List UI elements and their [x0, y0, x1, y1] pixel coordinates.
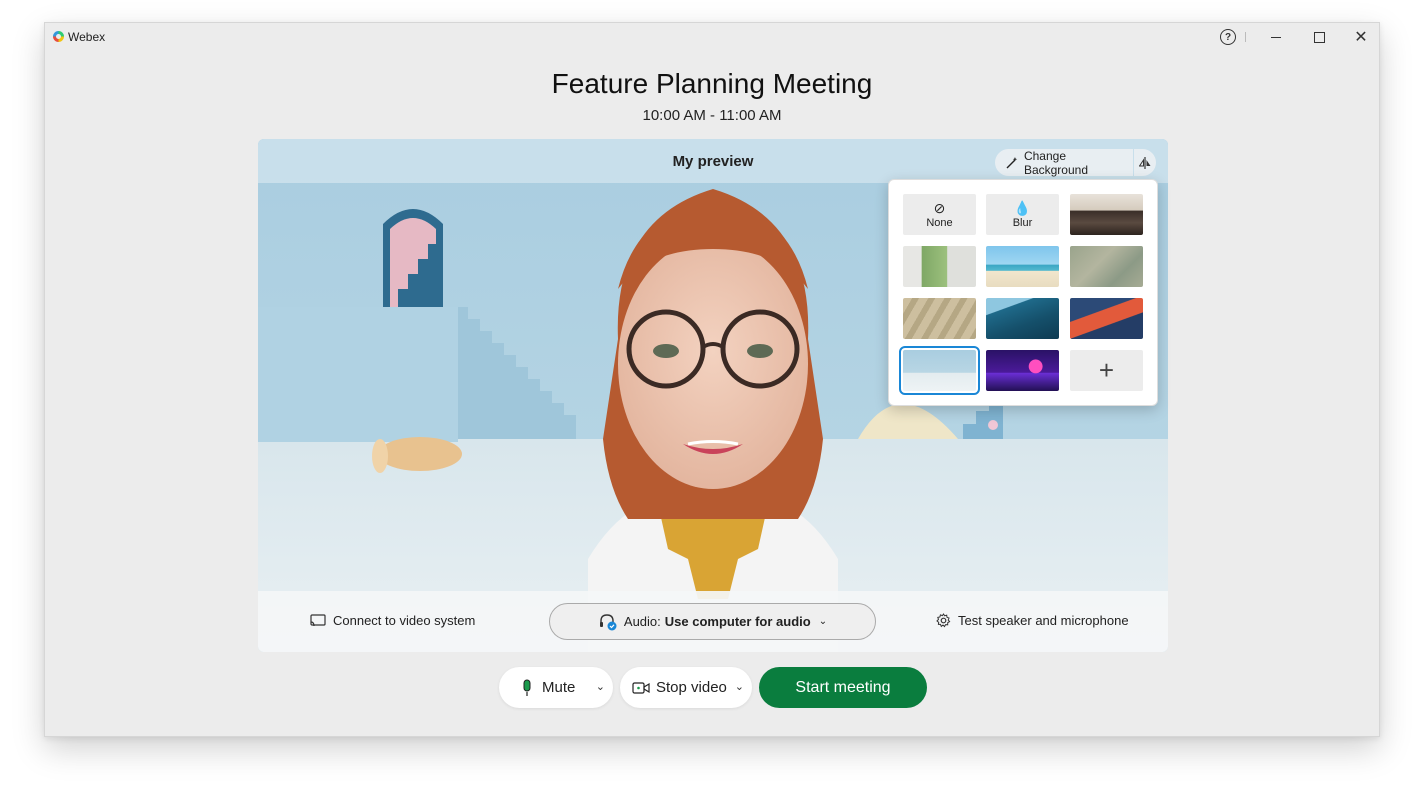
mute-options-chevron-icon[interactable]: ⌄ — [596, 680, 605, 693]
chevron-down-icon: ⌄ — [818, 616, 828, 627]
background-thumbnail-purple-neon[interactable] — [986, 350, 1059, 391]
add-background-button[interactable]: + — [1070, 350, 1143, 391]
magic-wand-icon — [1006, 157, 1018, 169]
close-icon[interactable]: ✕ — [1352, 28, 1370, 46]
minimize-icon[interactable] — [1267, 28, 1285, 46]
connect-video-system-button[interactable]: Connect to video system — [310, 613, 475, 628]
plus-icon: + — [1098, 355, 1115, 385]
app-title: Webex — [68, 30, 106, 44]
test-speaker-microphone-label: Test speaker and microphone — [958, 613, 1129, 628]
background-thumbnail-blue-staircase[interactable] — [899, 346, 980, 395]
video-camera-icon — [632, 681, 650, 694]
no-background-icon: ⊘ — [933, 199, 946, 216]
webex-window: Webex ? ✕ Feature Planning Meeting 10:00… — [44, 22, 1380, 737]
background-thumbnail-blue-mountains[interactable] — [986, 298, 1059, 339]
background-none-label: None — [926, 216, 953, 229]
headset-check-icon — [599, 613, 617, 630]
stop-video-button[interactable]: Stop video ⌄ — [620, 667, 752, 708]
stop-video-label: Stop video — [656, 679, 727, 696]
background-thumbnail-shadows[interactable] — [903, 298, 976, 339]
background-thumbnail-office-window[interactable] — [903, 246, 976, 287]
background-blur-option[interactable]: 💧 Blur — [986, 194, 1059, 235]
blur-drop-icon: 💧 — [1013, 199, 1032, 216]
background-thumbnail-red-abstract[interactable] — [1070, 298, 1143, 339]
meeting-title: Feature Planning Meeting — [551, 68, 873, 99]
preview-bottom-bar: Connect to video system Audio: Use compu… — [258, 591, 1168, 652]
background-thumbnail-blurred-room[interactable] — [1070, 246, 1143, 287]
audio-option-button[interactable]: Audio: Use computer for audio ⌄ — [549, 603, 876, 640]
background-thumbnail-living-room[interactable] — [1070, 194, 1143, 235]
webex-logo-icon — [53, 31, 64, 42]
background-blur-label: Blur — [1012, 216, 1033, 229]
meeting-time: 10:00 AM - 11:00 AM — [642, 107, 782, 124]
titlebar-divider — [1245, 32, 1246, 42]
change-background-label: Change Background — [1023, 148, 1088, 177]
connect-video-system-label: Connect to video system — [333, 613, 476, 628]
background-none-option[interactable]: ⊘ None — [903, 194, 976, 235]
title-bar: Webex ? ✕ — [45, 23, 1379, 51]
gear-icon — [936, 613, 951, 628]
start-meeting-button[interactable]: Start meeting — [759, 667, 927, 708]
background-picker-panel: ⊘ None 💧 Blur + — [888, 179, 1158, 406]
test-speaker-microphone-button[interactable]: Test speaker and microphone — [936, 613, 1129, 628]
video-options-chevron-icon[interactable]: ⌄ — [735, 680, 744, 693]
microphone-icon — [523, 679, 531, 696]
cast-icon — [310, 613, 326, 626]
change-background-button[interactable]: Change Background — [995, 148, 1133, 177]
audio-prefix-label: Audio: — [623, 614, 661, 629]
help-icon[interactable]: ? — [1220, 29, 1236, 45]
mute-label: Mute — [542, 679, 576, 696]
audio-value-label: Use computer for audio — [664, 614, 811, 629]
background-thumbnail-beach[interactable] — [986, 246, 1059, 287]
mirror-icon — [1139, 156, 1151, 169]
mute-button[interactable]: Mute ⌄ — [499, 667, 613, 708]
maximize-icon[interactable] — [1310, 28, 1328, 46]
